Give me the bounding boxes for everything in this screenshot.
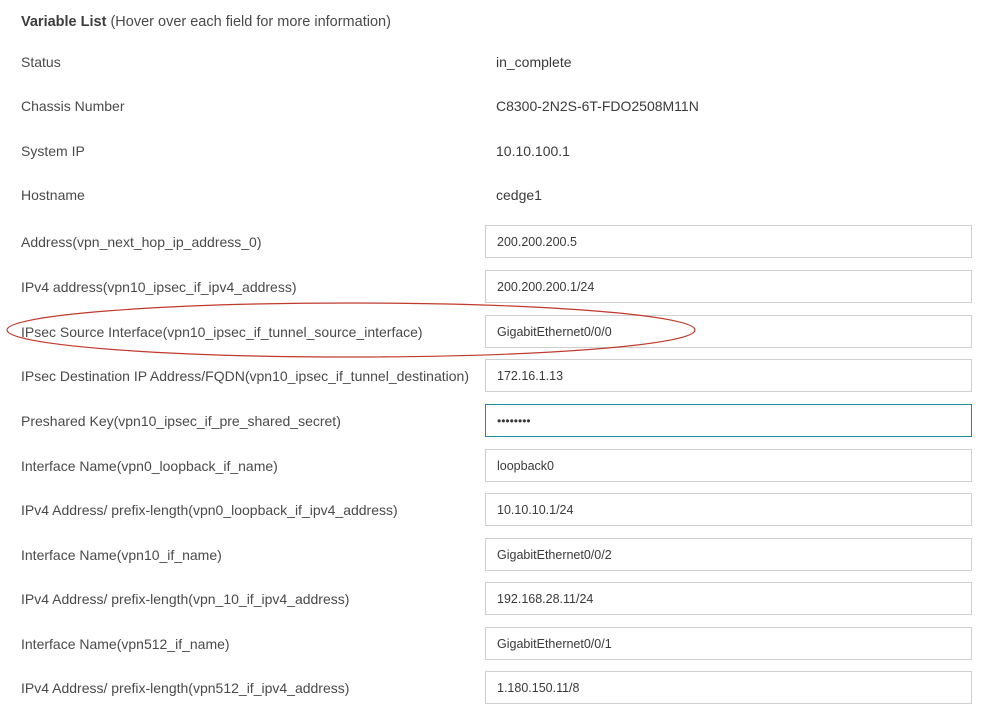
ipsec-source-interface-label: IPsec Source Interface(vpn10_ipsec_if_tu… xyxy=(21,324,423,340)
ipsec-destination-row: IPsec Destination IP Address/FQDN(vpn10_… xyxy=(0,359,999,393)
ipsec-ipv4-address-label: IPv4 address(vpn10_ipsec_if_ipv4_address… xyxy=(21,279,297,295)
preshared-key-label: Preshared Key(vpn10_ipsec_if_pre_shared_… xyxy=(21,413,341,429)
vpn512-interface-name-input[interactable] xyxy=(485,627,972,660)
chassis-number-row: Chassis Number C8300-2N2S-6T-FDO2508M11N xyxy=(0,89,999,123)
next-hop-address-input[interactable] xyxy=(485,225,972,258)
vpn10-interface-name-input[interactable] xyxy=(485,538,972,571)
variable-list-panel: Variable List (Hover over each field for… xyxy=(0,0,999,704)
loopback-interface-name-label: Interface Name(vpn0_loopback_if_name) xyxy=(21,458,278,474)
variable-list-header: Variable List (Hover over each field for… xyxy=(21,12,391,32)
status-label: Status xyxy=(21,54,61,70)
hostname-value: cedge1 xyxy=(496,187,542,203)
vpn10-ipv4-address-label: IPv4 Address/ prefix-length(vpn_10_if_ip… xyxy=(21,591,350,607)
status-row: Status in_complete xyxy=(0,45,999,79)
vpn512-ipv4-address-input[interactable] xyxy=(485,671,972,704)
ipsec-ipv4-address-input[interactable] xyxy=(485,270,972,303)
chassis-number-value: C8300-2N2S-6T-FDO2508M11N xyxy=(496,98,699,114)
ipsec-source-interface-input[interactable] xyxy=(485,315,972,348)
ipsec-destination-input[interactable] xyxy=(485,359,972,392)
hostname-row: Hostname cedge1 xyxy=(0,178,999,212)
loopback-ipv4-address-label: IPv4 Address/ prefix-length(vpn0_loopbac… xyxy=(21,502,398,518)
system-ip-value: 10.10.100.1 xyxy=(496,143,570,159)
ipsec-source-interface-row: IPsec Source Interface(vpn10_ipsec_if_tu… xyxy=(0,315,999,349)
ipsec-destination-label: IPsec Destination IP Address/FQDN(vpn10_… xyxy=(21,368,469,384)
vpn10-ipv4-address-input[interactable] xyxy=(485,582,972,615)
loopback-ipv4-address-row: IPv4 Address/ prefix-length(vpn0_loopbac… xyxy=(0,493,999,527)
vpn512-interface-name-row: Interface Name(vpn512_if_name) xyxy=(0,627,999,661)
vpn10-ipv4-address-row: IPv4 Address/ prefix-length(vpn_10_if_ip… xyxy=(0,582,999,616)
next-hop-address-label: Address(vpn_next_hop_ip_address_0) xyxy=(21,234,262,250)
loopback-ipv4-address-input[interactable] xyxy=(485,493,972,526)
system-ip-label: System IP xyxy=(21,143,85,159)
chassis-number-label: Chassis Number xyxy=(21,98,125,114)
variable-list-hint: (Hover over each field for more informat… xyxy=(110,14,391,30)
preshared-key-row: Preshared Key(vpn10_ipsec_if_pre_shared_… xyxy=(0,404,999,438)
vpn10-interface-name-row: Interface Name(vpn10_if_name) xyxy=(0,538,999,572)
loopback-interface-name-input[interactable] xyxy=(485,449,972,482)
next-hop-address-row: Address(vpn_next_hop_ip_address_0) xyxy=(0,225,999,259)
preshared-key-input[interactable] xyxy=(485,404,972,437)
status-value: in_complete xyxy=(496,54,572,70)
system-ip-row: System IP 10.10.100.1 xyxy=(0,134,999,168)
vpn10-interface-name-label: Interface Name(vpn10_if_name) xyxy=(21,547,222,563)
vpn512-interface-name-label: Interface Name(vpn512_if_name) xyxy=(21,636,230,652)
variable-list-title: Variable List xyxy=(21,14,107,30)
loopback-interface-name-row: Interface Name(vpn0_loopback_if_name) xyxy=(0,449,999,483)
hostname-label: Hostname xyxy=(21,187,85,203)
ipsec-ipv4-address-row: IPv4 address(vpn10_ipsec_if_ipv4_address… xyxy=(0,270,999,304)
